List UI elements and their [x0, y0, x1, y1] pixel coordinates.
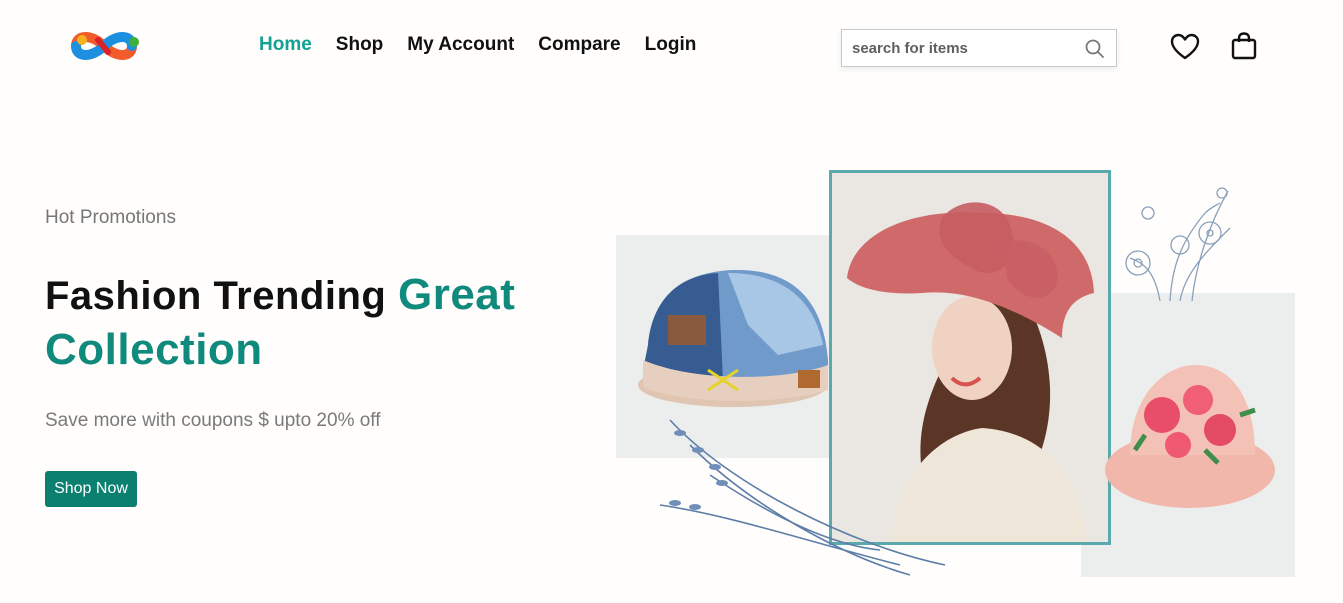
site-header: Home Shop My Account Compare Login	[0, 0, 1343, 95]
hero-subtitle: Hot Promotions	[45, 207, 176, 228]
shopping-bag-icon[interactable]	[1228, 30, 1260, 62]
nav-login[interactable]: Login	[645, 34, 697, 56]
search-input[interactable]	[842, 30, 1072, 66]
shop-now-button[interactable]: Shop Now	[45, 471, 137, 507]
nav-compare[interactable]: Compare	[538, 34, 620, 56]
main-nav: Home Shop My Account Compare Login	[259, 34, 696, 56]
denim-cap-image[interactable]	[628, 265, 833, 415]
flower-sketch-icon	[1125, 187, 1231, 302]
lavender-sketch-icon	[659, 419, 946, 576]
search-box	[841, 29, 1117, 67]
hero-image-collage	[610, 165, 1310, 585]
search-icon[interactable]	[1084, 38, 1106, 60]
heart-icon[interactable]	[1169, 31, 1201, 63]
hero-title: Fashion Trending Great Collection	[45, 268, 565, 378]
nav-my-account[interactable]: My Account	[407, 34, 514, 56]
hero-title-plain: Fashion Trending	[45, 274, 387, 318]
pink-floral-hat-image[interactable]	[1100, 355, 1280, 515]
logo-icon[interactable]	[68, 24, 148, 68]
hero-description: Save more with coupons $ upto 20% off	[45, 410, 381, 431]
nav-home[interactable]: Home	[259, 34, 312, 56]
nav-shop[interactable]: Shop	[336, 34, 384, 56]
